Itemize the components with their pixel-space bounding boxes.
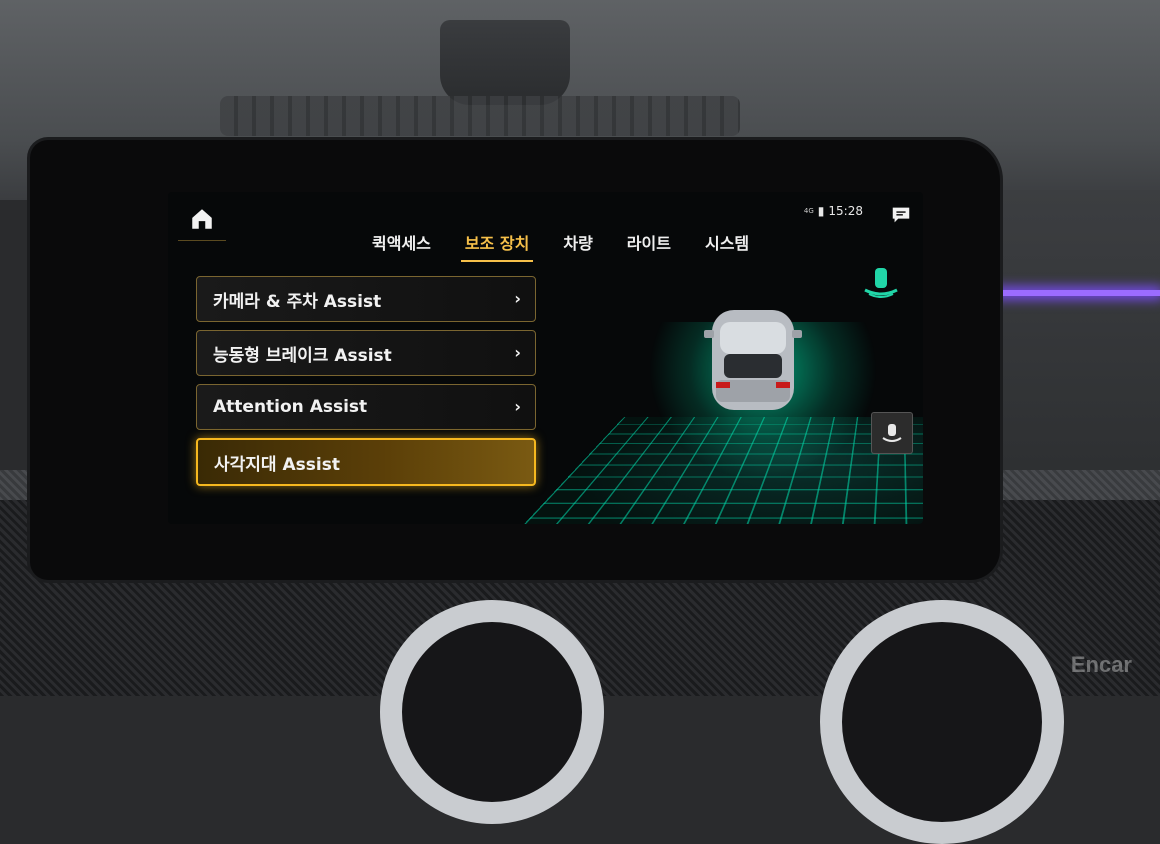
- chevron-right-icon: ›: [514, 289, 521, 308]
- home-button[interactable]: [178, 198, 226, 241]
- menu-item-attention[interactable]: Attention Assist ›: [196, 384, 536, 430]
- car-view-icon: [882, 424, 902, 442]
- car-view-button[interactable]: [871, 412, 913, 454]
- clock: 15:28: [828, 204, 863, 218]
- network-indicator: 4G: [803, 206, 814, 215]
- menu-item-label: 카메라 & 주차 Assist: [213, 291, 382, 312]
- dashboard-trim: [990, 190, 1160, 490]
- menu-item-label: 능동형 브레이크 Assist: [213, 345, 392, 366]
- chevron-right-icon: ›: [514, 343, 521, 362]
- home-icon: [192, 209, 212, 229]
- status-bar: 4G ▮ 15:28: [804, 204, 863, 218]
- assist-menu: 카메라 & 주차 Assist › 능동형 브레이크 Assist › Atte…: [196, 276, 536, 494]
- watermark: Encar: [1070, 652, 1132, 677]
- ambient-light: [995, 290, 1160, 296]
- tab-assist[interactable]: 보조 장치: [460, 228, 534, 262]
- tab-quick-access[interactable]: 퀵액세스: [368, 228, 435, 262]
- menu-item-active-brake[interactable]: 능동형 브레이크 Assist ›: [196, 330, 536, 376]
- infotainment-screen: 4G ▮ 15:28 퀵액세스 보조 장치 차량 라이트 시스템 카메라 & 주…: [168, 192, 923, 524]
- menu-item-label: 사각지대 Assist: [214, 454, 340, 475]
- menu-item-camera-parking[interactable]: 카메라 & 주차 Assist ›: [196, 276, 536, 322]
- message-icon: [892, 207, 910, 223]
- tab-bar: 퀵액세스 보조 장치 차량 라이트 시스템: [368, 228, 753, 262]
- menu-item-blind-spot[interactable]: 사각지대 Assist: [196, 438, 536, 486]
- tab-system[interactable]: 시스템: [701, 228, 753, 262]
- air-vent-left: [380, 600, 604, 824]
- chevron-right-icon: ›: [514, 397, 521, 416]
- tab-vehicle[interactable]: 차량: [559, 228, 596, 262]
- car-illustration: [704, 310, 802, 410]
- signal-icon: ▮: [817, 204, 825, 218]
- menu-item-label: Attention Assist: [213, 397, 368, 417]
- air-vent-right: [820, 600, 1064, 844]
- defrost-vent: [220, 96, 740, 136]
- mirror-mount: [440, 20, 570, 105]
- driver-assist-icon: [864, 268, 898, 298]
- tab-lights[interactable]: 라이트: [623, 228, 675, 262]
- message-button[interactable]: [887, 202, 915, 228]
